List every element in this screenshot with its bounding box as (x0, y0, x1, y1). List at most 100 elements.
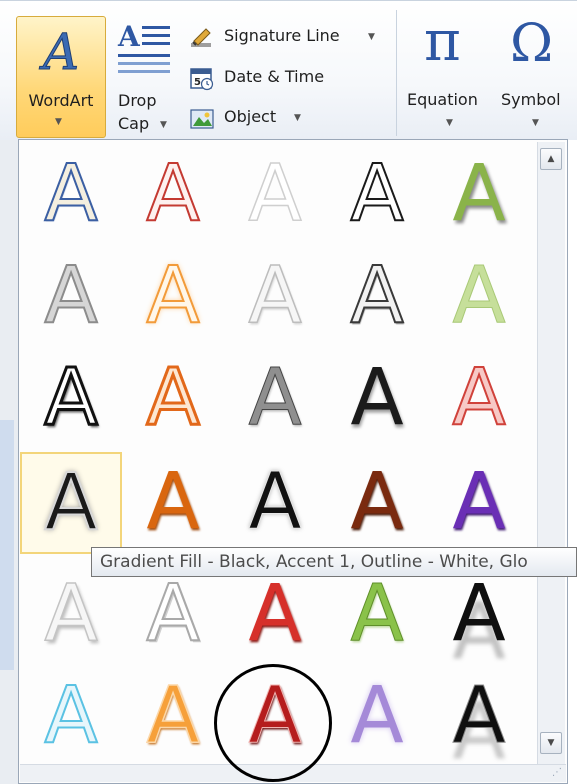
wordart-style-r6c2[interactable]: A (122, 665, 224, 767)
symbol-dropdown-arrow: ▼ (532, 118, 539, 128)
calendar-clock-icon: 5 (190, 68, 214, 91)
wordart-style-r5c3[interactable]: A (224, 563, 326, 665)
svg-text:5: 5 (194, 77, 201, 88)
wordart-sample-glyph: A (248, 251, 303, 341)
wordart-style-r6c1[interactable]: A (20, 665, 122, 767)
wordart-style-r2c1[interactable]: A (20, 245, 122, 347)
wordart-sample-glyph: A (146, 457, 200, 547)
highlight-circle-annotation (214, 664, 332, 782)
dropcap-dropdown-arrow: ▼ (160, 120, 167, 130)
object-dropdown-arrow: ▼ (294, 113, 301, 123)
wordart-icon: A (38, 25, 79, 77)
wordart-label: WordArt (28, 91, 94, 110)
ribbon-top-border (0, 0, 577, 1)
scroll-down-button[interactable]: ▼ (540, 732, 562, 754)
date-time-button[interactable]: 5 Date & Time (190, 66, 350, 91)
equation-dropdown-arrow: ▼ (446, 118, 453, 128)
wordart-style-r2c2[interactable]: A (122, 245, 224, 347)
wordart-sample-glyph: A (248, 353, 302, 443)
dropcap-icon: A (117, 20, 170, 73)
group-separator (396, 10, 397, 136)
svg-text:A: A (39, 25, 79, 77)
wordart-sample-glyph: A (248, 457, 302, 547)
wordart-style-r5c5[interactable]: A (428, 563, 530, 665)
wordart-sample-glyph: A (452, 251, 506, 341)
wordart-sample-glyph: A (145, 353, 201, 443)
wordart-style-r3c3[interactable]: A (224, 347, 326, 449)
wordart-sample-glyph: A (145, 569, 200, 659)
object-label: Object (224, 107, 277, 126)
wordart-button[interactable]: A WordArt ▼ (16, 16, 106, 138)
equation-button[interactable]: π Equation ▼ (404, 10, 496, 136)
wordart-sample-glyph: A (451, 353, 506, 443)
wordart-sample-glyph: A (350, 569, 404, 659)
wordart-sample-glyph: A (350, 353, 404, 443)
wordart-sample-glyph: A (43, 458, 98, 548)
signature-pen-icon (191, 28, 211, 47)
wordart-style-r5c4[interactable]: A (326, 563, 428, 665)
wordart-style-r4c1-selected[interactable]: A (20, 452, 122, 554)
wordart-sample-glyph: A (145, 149, 200, 239)
wordart-sample-glyph: A (43, 353, 99, 443)
wordart-style-r4c3[interactable]: A (224, 451, 326, 553)
gallery-scrollbar[interactable]: ▲ ▼ (537, 142, 565, 764)
wordart-style-r1c3[interactable]: A (224, 143, 326, 245)
resize-grip-icon: ⋰ (552, 767, 562, 778)
object-button[interactable]: Object ▼ (190, 106, 350, 130)
wordart-sample-glyph: A (349, 149, 404, 239)
wordart-sample-glyph: A (452, 671, 506, 761)
wordart-sample-glyph: A (248, 569, 302, 659)
style-tooltip: Gradient Fill - Black, Accent 1, Outline… (91, 547, 577, 577)
wordart-sample-glyph: A (145, 251, 200, 341)
wordart-sample-glyph: A (452, 569, 506, 659)
wordart-style-r4c2[interactable]: A (122, 451, 224, 553)
wordart-sample-glyph: A (43, 671, 98, 761)
wordart-style-r6c4[interactable]: A (326, 665, 428, 767)
wordart-sample-glyph: A (248, 149, 303, 239)
wordart-style-r6c5[interactable]: A (428, 665, 530, 767)
wordart-style-r4c5[interactable]: A (428, 451, 530, 553)
wordart-style-r2c4[interactable]: A (326, 245, 428, 347)
wordart-sample-glyph: A (350, 671, 404, 761)
equation-label: Equation (407, 90, 478, 109)
wordart-style-r5c1[interactable]: A (20, 563, 122, 665)
wordart-sample-glyph: A (44, 569, 99, 659)
wordart-style-r4c4[interactable]: A (326, 451, 428, 553)
wordart-sample-glyph: A (350, 457, 404, 547)
wordart-sample-glyph: A (43, 251, 98, 341)
wordart-style-r1c4[interactable]: A (326, 143, 428, 245)
signature-dropdown-arrow: ▼ (368, 32, 375, 42)
wordart-style-r1c5[interactable]: A (428, 143, 530, 245)
scroll-down-arrow-icon: ▼ (547, 738, 555, 748)
wordart-style-r3c4[interactable]: A (326, 347, 428, 449)
wordart-dropdown-arrow: ▼ (55, 117, 62, 127)
omega-icon: Ω (510, 14, 554, 74)
dropcap-label-line2: Cap (118, 114, 150, 133)
wordart-sample-glyph: A (146, 671, 201, 761)
signature-line-label: Signature Line (224, 26, 340, 45)
wordart-style-r3c1[interactable]: A (20, 347, 122, 449)
date-time-label: Date & Time (224, 67, 325, 86)
symbol-label: Symbol (501, 90, 561, 109)
document-selection-sliver (0, 420, 14, 670)
wordart-style-r3c2[interactable]: A (122, 347, 224, 449)
wordart-sample-glyph: A (452, 457, 506, 547)
wordart-style-r2c3[interactable]: A (224, 245, 326, 347)
scroll-up-arrow-icon: ▲ (547, 154, 555, 164)
signature-line-button[interactable]: Signature Line ▼ (190, 25, 390, 49)
pi-icon: π (424, 9, 461, 74)
wordart-style-r2c5[interactable]: A (428, 245, 530, 347)
scroll-up-button[interactable]: ▲ (540, 148, 562, 170)
svg-text:A: A (117, 20, 141, 53)
wordart-sample-glyph: A (349, 251, 404, 341)
wordart-style-r3c5[interactable]: A (428, 347, 530, 449)
wordart-style-r1c2[interactable]: A (122, 143, 224, 245)
object-icon (190, 109, 214, 129)
dropcap-button[interactable]: A Drop Cap ▼ (110, 20, 182, 138)
symbol-button[interactable]: Ω Symbol ▼ (500, 14, 576, 136)
wordart-sample-glyph: A (43, 149, 98, 239)
wordart-style-r1c1[interactable]: A (20, 143, 122, 245)
wordart-sample-glyph: A (452, 149, 506, 239)
dropcap-label-line1: Drop (118, 91, 157, 110)
wordart-style-r5c2[interactable]: A (122, 563, 224, 665)
